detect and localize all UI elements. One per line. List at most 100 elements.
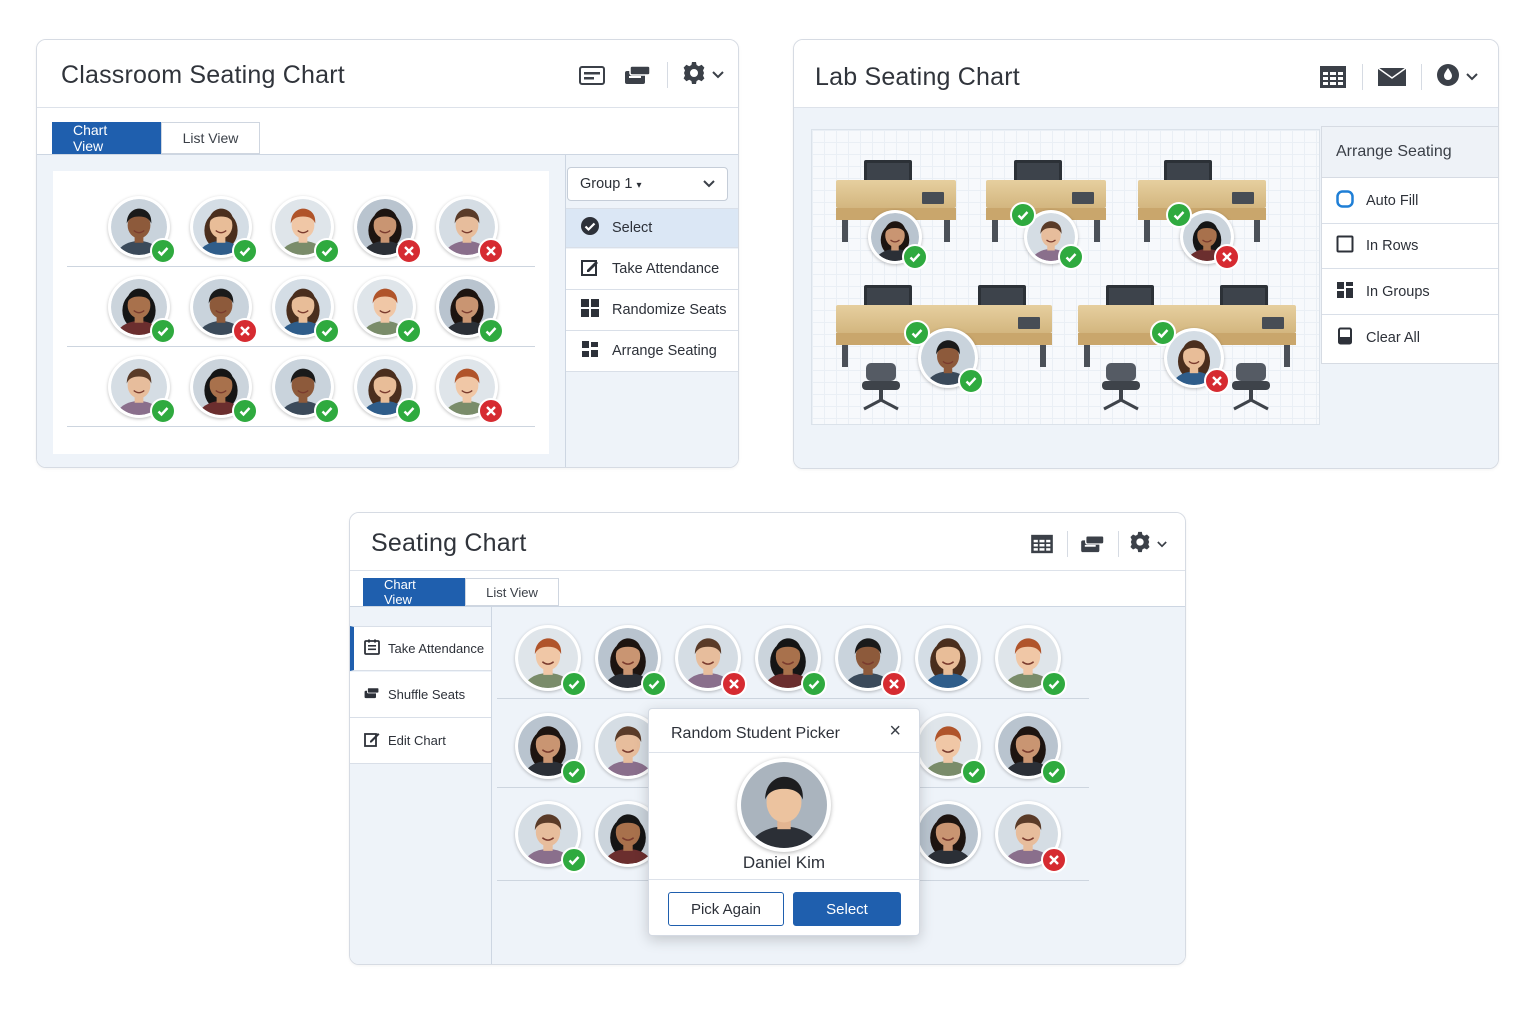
shuffle-icon[interactable]: [1078, 529, 1108, 559]
picked-student-name: Daniel Kim: [742, 853, 826, 872]
student-seat[interactable]: [515, 625, 587, 697]
seating-chart-icon[interactable]: [577, 60, 607, 90]
present-check-icon: [961, 759, 987, 785]
menu-arrange-seating-label: Arrange Seating: [612, 343, 717, 359]
present-check-icon: [561, 847, 587, 873]
present-check-icon: [801, 671, 827, 697]
present-check-icon: [641, 671, 667, 697]
present-check-icon: [150, 398, 176, 424]
student-seat[interactable]: [515, 801, 587, 873]
student-seat[interactable]: [995, 801, 1067, 873]
menu-select[interactable]: Select: [566, 208, 738, 248]
student-seat[interactable]: [108, 356, 176, 424]
group-dropdown[interactable]: Group 1 ▾: [567, 167, 728, 201]
option-in-groups[interactable]: In Groups: [1322, 269, 1498, 315]
student-seat[interactable]: [272, 356, 340, 424]
student-seat[interactable]: [595, 625, 667, 697]
side-edit-chart[interactable]: Edit Chart: [350, 718, 491, 764]
present-check-icon: [314, 398, 340, 424]
side-take-attendance[interactable]: Take Attendance: [350, 626, 491, 671]
drop-icon: [1436, 63, 1460, 92]
lab-seating-panel: Lab Seating Chart Arrange Seating Auto F: [793, 39, 1499, 469]
student-seat[interactable]: [354, 276, 422, 344]
student-seat[interactable]: [108, 276, 176, 344]
student-seat[interactable]: [272, 196, 340, 264]
seating-tabs: Chart View List View: [363, 577, 559, 607]
student-seat[interactable]: [436, 356, 504, 424]
student-seat[interactable]: [436, 276, 504, 344]
classroom-body: Group 1 ▾ Select Take Attendance Randomi…: [37, 154, 738, 467]
desk-ready-check-icon: [904, 320, 930, 346]
option-in-rows[interactable]: In Rows: [1322, 224, 1498, 269]
present-check-icon: [1041, 759, 1067, 785]
student-seat[interactable]: [835, 625, 907, 697]
side-shuffle-seats[interactable]: Shuffle Seats: [350, 672, 491, 718]
chair-icon: [1228, 363, 1274, 416]
student-seat[interactable]: [190, 356, 258, 424]
menu-take-attendance[interactable]: Take Attendance: [566, 249, 738, 290]
shuffle-icon[interactable]: [623, 60, 653, 90]
edit-icon: [364, 731, 380, 750]
select-button[interactable]: Select: [793, 892, 901, 926]
mail-icon[interactable]: [1377, 62, 1407, 92]
option-clear-all-label: Clear All: [1366, 330, 1420, 346]
classroom-tabs: Chart View List View: [52, 122, 260, 154]
option-clear-all[interactable]: Clear All: [1322, 315, 1498, 361]
present-check-icon: [314, 318, 340, 344]
student-seat[interactable]: [915, 801, 981, 867]
table-icon[interactable]: [1027, 529, 1057, 559]
present-check-icon: [1058, 244, 1084, 270]
attendance-icon: [364, 639, 380, 658]
present-check-icon: [902, 244, 928, 270]
settings-menu[interactable]: [682, 61, 724, 90]
student-seat[interactable]: [915, 713, 987, 785]
menu-take-attendance-label: Take Attendance: [612, 261, 720, 277]
classroom-header: Classroom Seating Chart: [37, 40, 738, 108]
arrange-icon: [580, 339, 600, 363]
student-seat[interactable]: [675, 625, 747, 697]
option-auto-fill-label: Auto Fill: [1366, 193, 1419, 209]
radio-icon: [1336, 190, 1354, 212]
option-in-groups-label: In Groups: [1366, 283, 1430, 300]
side-shuffle-seats-label: Shuffle Seats: [388, 687, 466, 702]
student-seat[interactable]: [190, 196, 258, 264]
student-seat[interactable]: [915, 625, 981, 691]
tab-list-view[interactable]: List View: [465, 578, 559, 606]
side-edit-chart-label: Edit Chart: [388, 733, 446, 748]
table-icon[interactable]: [1318, 62, 1348, 92]
student-seat[interactable]: [515, 713, 587, 785]
menu-randomize-seats[interactable]: Randomize Seats: [566, 290, 738, 331]
arrange-heading: Arrange Seating: [1322, 127, 1498, 178]
shuffle-icon: [364, 686, 380, 703]
gear-icon: [1129, 531, 1151, 558]
chair-icon: [858, 363, 904, 416]
student-seat[interactable]: [755, 625, 827, 697]
settings-menu[interactable]: [1129, 531, 1167, 558]
tab-chart-view[interactable]: Chart View: [363, 577, 465, 607]
student-seat[interactable]: [995, 625, 1067, 697]
menu-arrange-seating[interactable]: Arrange Seating: [566, 331, 738, 372]
student-seat[interactable]: [354, 356, 422, 424]
tab-chart-view[interactable]: Chart View: [52, 122, 161, 154]
drop-menu[interactable]: [1436, 63, 1478, 92]
absent-x-icon: [1041, 847, 1067, 873]
absent-x-icon: [478, 398, 504, 424]
tab-list-view[interactable]: List View: [161, 122, 260, 154]
classroom-seating-panel: Classroom Seating Chart Chart View List …: [36, 39, 739, 468]
student-seat[interactable]: [190, 276, 258, 344]
seat-grid: [53, 171, 549, 454]
chevron-down-icon: [712, 66, 724, 84]
arrange-seating-panel: Arrange Seating Auto Fill In Rows In Gro…: [1321, 126, 1498, 364]
lab-header: Lab Seating Chart: [794, 40, 1498, 108]
close-icon[interactable]: ×: [889, 721, 901, 741]
student-seat[interactable]: [995, 713, 1067, 785]
option-auto-fill[interactable]: Auto Fill: [1322, 179, 1498, 224]
pick-again-button[interactable]: Pick Again: [668, 892, 784, 926]
student-seat[interactable]: [108, 196, 176, 264]
seating-body: Take Attendance Shuffle Seats Edit Chart…: [350, 606, 1185, 964]
student-seat[interactable]: [436, 196, 504, 264]
student-seat[interactable]: [272, 276, 340, 344]
student-seat[interactable]: [354, 196, 422, 264]
student-seat[interactable]: [868, 210, 928, 270]
desk-ready-check-icon: [1010, 202, 1036, 228]
